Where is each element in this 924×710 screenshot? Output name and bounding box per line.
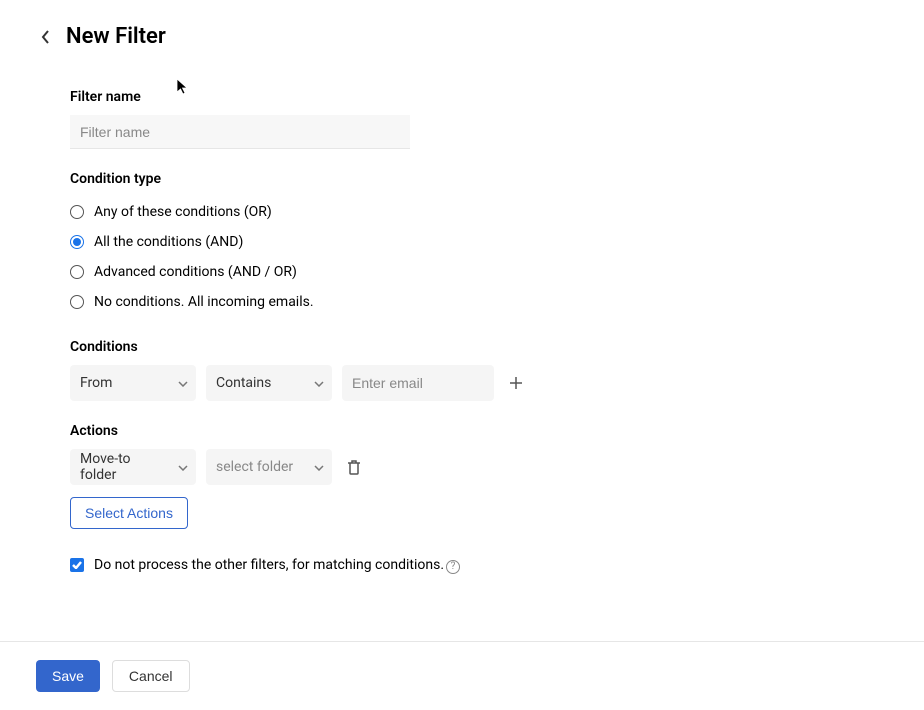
page-title: New Filter [66, 24, 166, 49]
radio-label: No conditions. All incoming emails. [94, 294, 314, 310]
select-value: select folder [216, 459, 293, 475]
chevron-down-icon [178, 375, 188, 391]
conditions-label: Conditions [70, 339, 888, 355]
select-value: Move-to folder [80, 451, 168, 483]
chevron-left-icon [41, 30, 51, 44]
radio-advanced[interactable]: Advanced conditions (AND / OR) [70, 257, 888, 287]
action-type-select[interactable]: Move-to folder [70, 449, 196, 485]
add-condition-button[interactable] [504, 371, 528, 395]
checkbox-label: Do not process the other filters, for ma… [94, 557, 460, 574]
radio-icon [70, 205, 84, 219]
chevron-down-icon [314, 459, 324, 475]
save-button[interactable]: Save [36, 660, 100, 692]
radio-icon [70, 235, 84, 249]
delete-action-button[interactable] [342, 455, 366, 479]
select-actions-button[interactable]: Select Actions [70, 497, 188, 529]
radio-no-conditions[interactable]: No conditions. All incoming emails. [70, 287, 888, 317]
radio-icon [70, 265, 84, 279]
radio-label: Any of these conditions (OR) [94, 204, 272, 220]
stop-processing-checkbox-row[interactable]: Do not process the other filters, for ma… [70, 557, 888, 574]
cancel-button[interactable]: Cancel [112, 660, 190, 692]
radio-icon [70, 295, 84, 309]
condition-row: From Contains [70, 365, 888, 401]
back-button[interactable] [36, 27, 56, 47]
select-value: From [80, 375, 112, 391]
chevron-down-icon [178, 459, 188, 475]
action-target-select[interactable]: select folder [206, 449, 332, 485]
action-row: Move-to folder select folder [70, 449, 888, 485]
radio-label: Advanced conditions (AND / OR) [94, 264, 297, 280]
checkbox-icon [70, 558, 84, 572]
radio-label: All the conditions (AND) [94, 234, 243, 250]
help-icon[interactable]: ? [446, 560, 460, 574]
filter-name-input[interactable] [70, 115, 410, 149]
condition-operator-select[interactable]: Contains [206, 365, 332, 401]
radio-any-or[interactable]: Any of these conditions (OR) [70, 197, 888, 227]
filter-name-label: Filter name [70, 89, 888, 105]
condition-value-input[interactable] [342, 365, 494, 401]
plus-icon [509, 376, 523, 390]
trash-icon [347, 460, 361, 475]
footer: Save Cancel [0, 641, 924, 710]
radio-all-and[interactable]: All the conditions (AND) [70, 227, 888, 257]
condition-field-select[interactable]: From [70, 365, 196, 401]
chevron-down-icon [314, 375, 324, 391]
header: New Filter [0, 0, 924, 59]
select-value: Contains [216, 375, 271, 391]
actions-label: Actions [70, 423, 888, 439]
condition-type-label: Condition type [70, 171, 888, 187]
